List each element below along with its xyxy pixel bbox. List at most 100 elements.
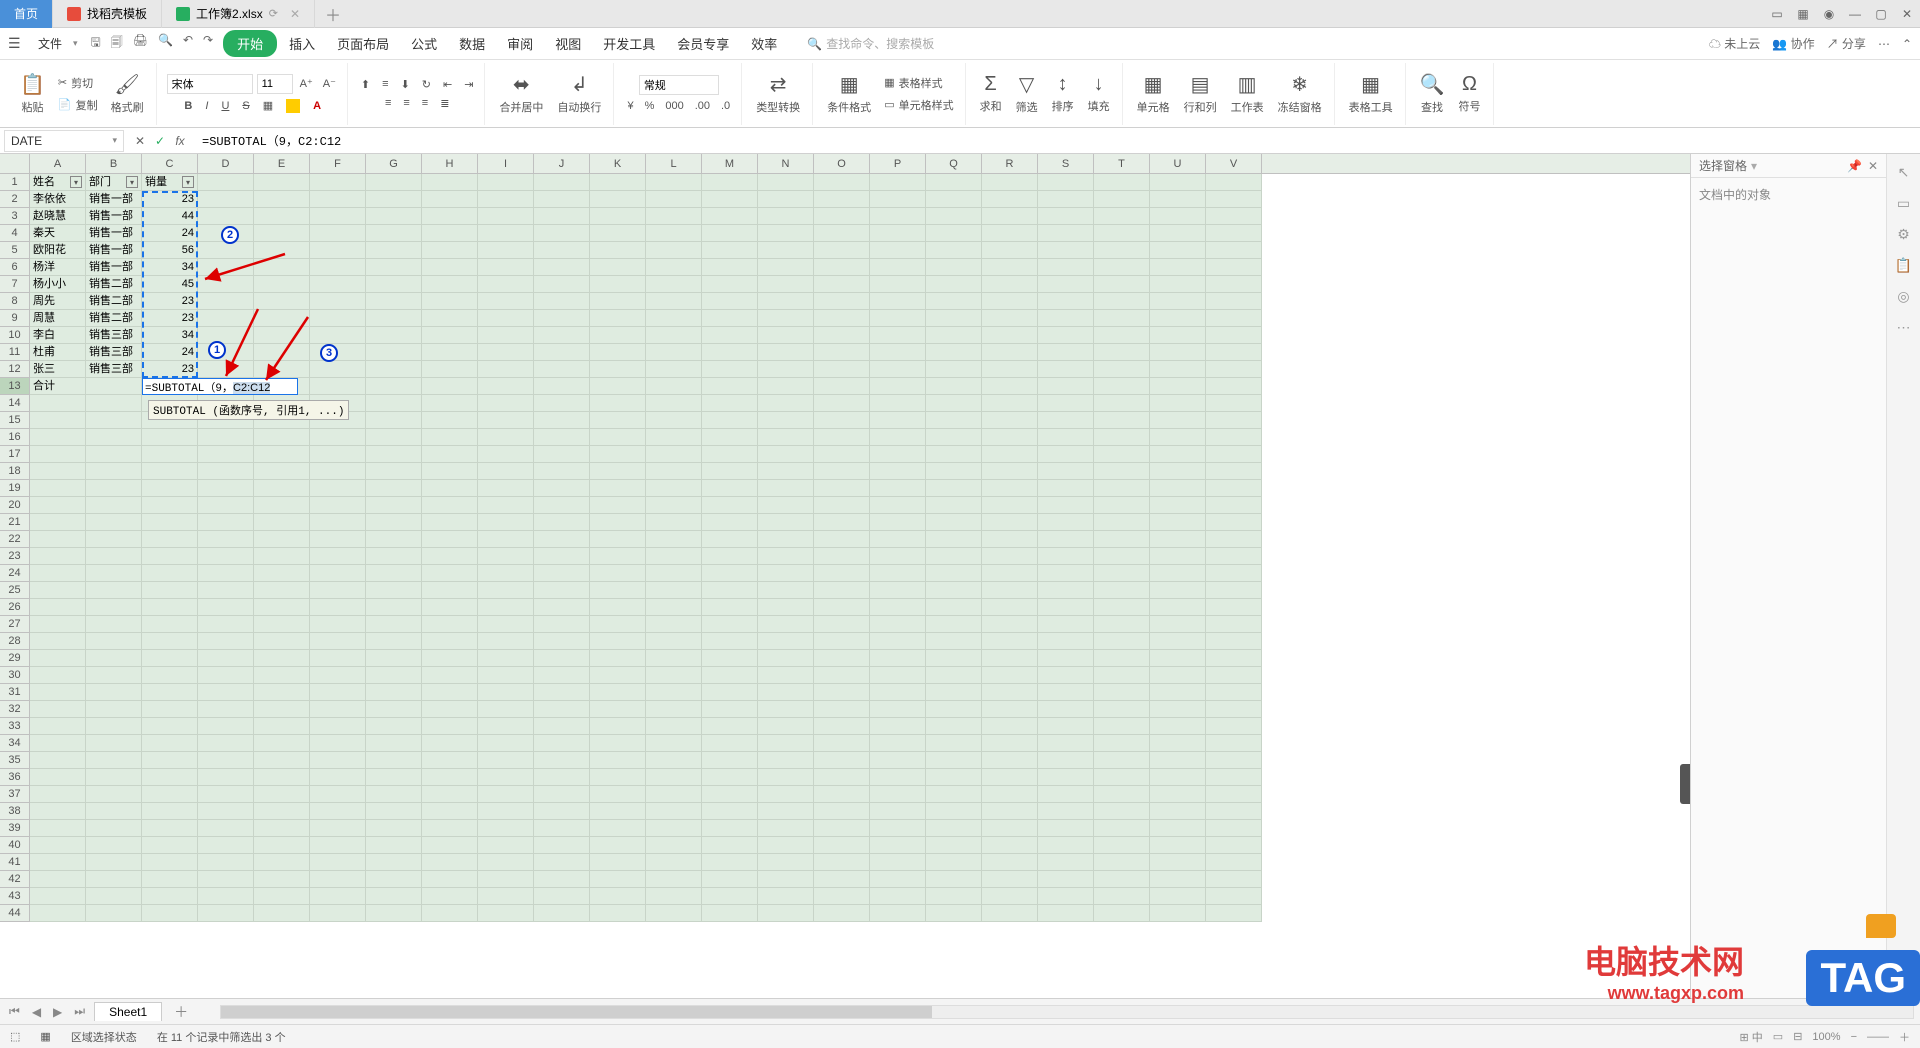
cell[interactable] xyxy=(534,242,590,259)
cell[interactable] xyxy=(366,327,422,344)
cell[interactable] xyxy=(534,905,590,922)
row-header[interactable]: 23 xyxy=(0,548,30,565)
cell[interactable]: 姓名▾ xyxy=(30,174,86,191)
cell[interactable] xyxy=(1094,854,1150,871)
cell[interactable]: 销售一部 xyxy=(86,191,142,208)
cell[interactable] xyxy=(30,650,86,667)
cell[interactable] xyxy=(758,684,814,701)
cell[interactable] xyxy=(534,225,590,242)
cell[interactable] xyxy=(590,497,646,514)
tab-template[interactable]: 找稻壳模板 xyxy=(53,0,162,28)
cell[interactable]: 销售一部 xyxy=(86,242,142,259)
cell[interactable] xyxy=(366,667,422,684)
cell[interactable] xyxy=(1094,701,1150,718)
border-button[interactable]: ▦ xyxy=(260,98,276,114)
cell[interactable] xyxy=(1150,854,1206,871)
cell[interactable] xyxy=(758,650,814,667)
cell[interactable] xyxy=(198,871,254,888)
percent-button[interactable]: % xyxy=(642,99,658,113)
row-header[interactable]: 36 xyxy=(0,769,30,786)
cell[interactable] xyxy=(478,905,534,922)
cell[interactable] xyxy=(366,684,422,701)
cell[interactable] xyxy=(478,718,534,735)
cell[interactable] xyxy=(926,225,982,242)
cell[interactable] xyxy=(310,259,366,276)
col-header-C[interactable]: C xyxy=(142,154,198,173)
cell[interactable] xyxy=(478,599,534,616)
cell[interactable] xyxy=(534,786,590,803)
cell[interactable] xyxy=(870,548,926,565)
cell[interactable] xyxy=(198,361,254,378)
cell[interactable] xyxy=(590,293,646,310)
cell[interactable] xyxy=(982,259,1038,276)
fill-button[interactable]: ↓填充 xyxy=(1084,71,1114,116)
tab-view[interactable]: 视图 xyxy=(545,30,591,57)
cell[interactable] xyxy=(870,361,926,378)
cell[interactable] xyxy=(254,888,310,905)
cell[interactable] xyxy=(86,701,142,718)
cell[interactable] xyxy=(926,599,982,616)
row-header[interactable]: 10 xyxy=(0,327,30,344)
cell[interactable] xyxy=(86,616,142,633)
cell[interactable] xyxy=(86,803,142,820)
cell[interactable] xyxy=(590,633,646,650)
cell[interactable] xyxy=(1038,514,1094,531)
cell[interactable] xyxy=(1038,735,1094,752)
cell[interactable] xyxy=(1094,361,1150,378)
cell[interactable] xyxy=(254,633,310,650)
justify-button[interactable]: ≣ xyxy=(437,96,452,111)
cell[interactable] xyxy=(702,378,758,395)
cell[interactable] xyxy=(366,803,422,820)
cell[interactable] xyxy=(1038,786,1094,803)
row-header[interactable]: 32 xyxy=(0,701,30,718)
cell[interactable] xyxy=(534,395,590,412)
cell[interactable] xyxy=(758,531,814,548)
cell[interactable] xyxy=(758,225,814,242)
cell[interactable] xyxy=(702,667,758,684)
cell[interactable] xyxy=(702,803,758,820)
cell[interactable] xyxy=(702,344,758,361)
cell[interactable]: 销售三部 xyxy=(86,361,142,378)
cell[interactable] xyxy=(926,616,982,633)
cell[interactable] xyxy=(254,361,310,378)
cell[interactable] xyxy=(758,276,814,293)
cell[interactable] xyxy=(478,888,534,905)
cell[interactable] xyxy=(478,395,534,412)
cell[interactable] xyxy=(422,531,478,548)
cell[interactable] xyxy=(422,395,478,412)
cell[interactable] xyxy=(702,752,758,769)
cell[interactable] xyxy=(1094,820,1150,837)
cell[interactable] xyxy=(1206,633,1262,650)
cell[interactable] xyxy=(366,871,422,888)
cell[interactable] xyxy=(702,684,758,701)
cell[interactable] xyxy=(86,684,142,701)
active-cell-editor[interactable]: =SUBTOTAL（9，C2:C12 xyxy=(142,378,298,395)
cell[interactable] xyxy=(422,701,478,718)
cell[interactable] xyxy=(702,786,758,803)
find-button[interactable]: 🔍查找 xyxy=(1416,70,1449,117)
cell[interactable] xyxy=(534,684,590,701)
cell[interactable] xyxy=(702,174,758,191)
cell[interactable] xyxy=(1038,854,1094,871)
cell[interactable] xyxy=(86,463,142,480)
cell[interactable]: 欧阳花 xyxy=(30,242,86,259)
cell[interactable] xyxy=(646,548,702,565)
cell[interactable] xyxy=(366,905,422,922)
cell[interactable] xyxy=(422,378,478,395)
cell[interactable] xyxy=(982,548,1038,565)
cell[interactable] xyxy=(86,854,142,871)
cell[interactable] xyxy=(646,310,702,327)
cell[interactable] xyxy=(254,446,310,463)
cell[interactable] xyxy=(758,633,814,650)
cell[interactable] xyxy=(30,633,86,650)
cell[interactable] xyxy=(198,803,254,820)
cell[interactable] xyxy=(926,242,982,259)
cell[interactable] xyxy=(1206,650,1262,667)
cell[interactable] xyxy=(310,667,366,684)
cell[interactable] xyxy=(478,752,534,769)
cell[interactable] xyxy=(814,191,870,208)
cell[interactable] xyxy=(590,854,646,871)
cell[interactable]: 销售一部 xyxy=(86,208,142,225)
cell[interactable] xyxy=(86,871,142,888)
cell[interactable] xyxy=(366,412,422,429)
